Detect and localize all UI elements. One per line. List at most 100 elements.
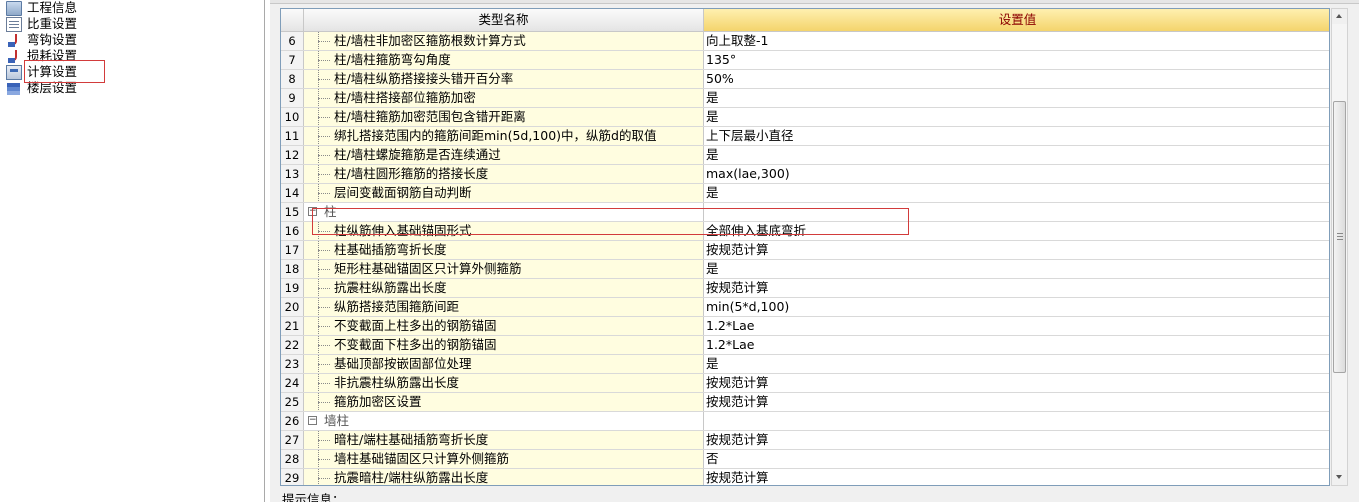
setting-value-cell[interactable]: 50% [704,70,1329,88]
group-name-cell: − 墙柱 [304,412,704,430]
setting-name: 柱/墙柱非加密区箍筋根数计算方式 [334,33,526,48]
table-row[interactable]: 27 暗柱/端柱基础插筋弯折长度 按规范计算 [281,431,1329,450]
setting-value-cell[interactable]: min(5*d,100) [704,298,1329,316]
table-row[interactable]: 17 柱基础插筋弯折长度 按规范计算 [281,241,1329,260]
setting-value-cell[interactable]: 按规范计算 [704,374,1329,392]
setting-value-cell[interactable]: 是 [704,89,1329,107]
scroll-down-button[interactable] [1332,470,1347,485]
setting-name-cell: 层间变截面钢筋自动判断 [304,184,704,202]
document-icon [6,16,22,32]
setting-value-cell[interactable]: 按规范计算 [704,469,1329,485]
setting-name-cell: 柱/墙柱纵筋搭接接头错开百分率 [304,70,704,88]
setting-name: 柱/墙柱箍筋加密范围包含错开距离 [334,109,526,124]
table-row[interactable]: 29 抗震暗柱/端柱纵筋露出长度 按规范计算 [281,469,1329,485]
setting-value-cell[interactable]: 按规范计算 [704,241,1329,259]
setting-name: 墙柱基础锚固区只计算外侧箍筋 [334,451,510,466]
setting-name-cell: 柱/墙柱搭接部位箍筋加密 [304,89,704,107]
setting-name-cell: 基础顶部按嵌固部位处理 [304,355,704,373]
table-row[interactable]: 13 柱/墙柱圆形箍筋的搭接长度 max(lae,300) [281,165,1329,184]
table-row[interactable]: 10 柱/墙柱箍筋加密范围包含错开距离 是 [281,108,1329,127]
setting-name: 非抗震柱纵筋露出长度 [334,375,460,390]
setting-name: 层间变截面钢筋自动判断 [334,185,472,200]
setting-value-cell[interactable]: 按规范计算 [704,279,1329,297]
setting-value-cell[interactable]: 否 [704,450,1329,468]
setting-name: 柱/墙柱搭接部位箍筋加密 [334,90,476,105]
table-row[interactable]: 24 非抗震柱纵筋露出长度 按规范计算 [281,374,1329,393]
setting-name-cell: 柱/墙柱螺旋箍筋是否连续通过 [304,146,704,164]
nav-item-label: 弯钩设置 [27,32,78,47]
row-number: 27 [281,431,304,449]
table-row[interactable]: 11 绑扎搭接范围内的箍筋间距min(5d,100)中，纵筋d的取值 上下层最小直径 [281,127,1329,146]
row-number: 17 [281,241,304,259]
nav-item-project-info[interactable]: 工程信息 [6,0,77,16]
table-row[interactable]: 12 柱/墙柱螺旋箍筋是否连续通过 是 [281,146,1329,165]
setting-name: 箍筋加密区设置 [334,394,422,409]
setting-value-cell[interactable]: 是 [704,355,1329,373]
grid-rows: 6 柱/墙柱非加密区箍筋根数计算方式 向上取整-1 7 柱/墙柱箍筋弯勾角度 135° 8 柱… [281,32,1329,485]
table-row[interactable]: 8 柱/墙柱纵筋搭接接头错开百分率 50% [281,70,1329,89]
row-number: 6 [281,32,304,50]
table-row[interactable]: 22 不变截面下柱多出的钢筋锚固 1.2*Lae [281,336,1329,355]
setting-value-cell[interactable]: 是 [704,260,1329,278]
table-row[interactable]: 6 柱/墙柱非加密区箍筋根数计算方式 向上取整-1 [281,32,1329,51]
column-header-value[interactable]: 设置值 [704,9,1329,32]
row-number: 11 [281,127,304,145]
table-row[interactable]: 14 层间变截面钢筋自动判断 是 [281,184,1329,203]
scroll-thumb[interactable] [1333,101,1346,373]
group-value-cell [704,412,1329,430]
tree-connector-branch [318,117,330,118]
setting-name: 绑扎搭接范围内的箍筋间距min(5d,100)中，纵筋d的取值 [334,128,657,143]
table-row[interactable]: 25 箍筋加密区设置 按规范计算 [281,393,1329,412]
setting-value-cell[interactable]: 上下层最小直径 [704,127,1329,145]
column-header-name[interactable]: 类型名称 [304,9,704,32]
setting-name: 不变截面下柱多出的钢筋锚固 [334,337,497,352]
setting-value-cell[interactable]: 按规范计算 [704,431,1329,449]
row-number: 12 [281,146,304,164]
tree-connector-branch [318,79,330,80]
table-row[interactable]: 18 矩形柱基础锚固区只计算外侧箍筋 是 [281,260,1329,279]
tree-connector-branch [318,307,330,308]
row-number: 26 [281,412,304,430]
group-row[interactable]: 26− 墙柱 [281,412,1329,431]
nav-item-density[interactable]: 比重设置 [6,16,77,32]
setting-value-cell[interactable]: 是 [704,108,1329,126]
setting-name: 纵筋搭接范围箍筋间距 [334,299,460,314]
setting-value-cell[interactable]: 135° [704,51,1329,69]
vertical-scrollbar[interactable] [1331,8,1348,486]
arrow-up-icon [1336,14,1342,18]
grip-line [1337,236,1343,237]
scroll-up-button[interactable] [1332,9,1347,24]
table-row[interactable]: 19 抗震柱纵筋露出长度 按规范计算 [281,279,1329,298]
table-row[interactable]: 23 基础顶部按嵌固部位处理 是 [281,355,1329,374]
table-row[interactable]: 9 柱/墙柱搭接部位箍筋加密 是 [281,89,1329,108]
row-number: 18 [281,260,304,278]
tree-connector-branch [318,288,330,289]
table-row[interactable]: 7 柱/墙柱箍筋弯勾角度 135° [281,51,1329,70]
setting-name-cell: 柱/墙柱圆形箍筋的搭接长度 [304,165,704,183]
setting-name-cell: 墙柱基础锚固区只计算外侧箍筋 [304,450,704,468]
tree-connector-branch [318,459,330,460]
tree-connector-branch [318,326,330,327]
grip-line [1337,233,1343,234]
tree-connector-branch [318,250,330,251]
setting-name-cell: 不变截面上柱多出的钢筋锚固 [304,317,704,335]
setting-value-cell[interactable]: 是 [704,146,1329,164]
setting-name-cell: 柱/墙柱非加密区箍筋根数计算方式 [304,32,704,50]
table-row[interactable]: 20 纵筋搭接范围箍筋间距 min(5*d,100) [281,298,1329,317]
setting-value-cell[interactable]: 是 [704,184,1329,202]
setting-value-cell[interactable]: 向上取整-1 [704,32,1329,50]
setting-name-cell: 绑扎搭接范围内的箍筋间距min(5d,100)中，纵筋d的取值 [304,127,704,145]
row-number: 23 [281,355,304,373]
setting-value-cell[interactable]: max(lae,300) [704,165,1329,183]
setting-value-cell[interactable]: 按规范计算 [704,393,1329,411]
nav-item-hook[interactable]: 弯钩设置 [6,32,77,48]
setting-value-cell[interactable]: 1.2*Lae [704,317,1329,335]
table-row[interactable]: 21 不变截面上柱多出的钢筋锚固 1.2*Lae [281,317,1329,336]
setting-name: 柱/墙柱纵筋搭接接头错开百分率 [334,71,514,86]
setting-name: 不变截面上柱多出的钢筋锚固 [334,318,497,333]
tree-connector-branch [318,60,330,61]
row-number: 22 [281,336,304,354]
setting-value-cell[interactable]: 1.2*Lae [704,336,1329,354]
collapse-icon[interactable]: − [308,416,317,425]
table-row[interactable]: 28 墙柱基础锚固区只计算外侧箍筋 否 [281,450,1329,469]
